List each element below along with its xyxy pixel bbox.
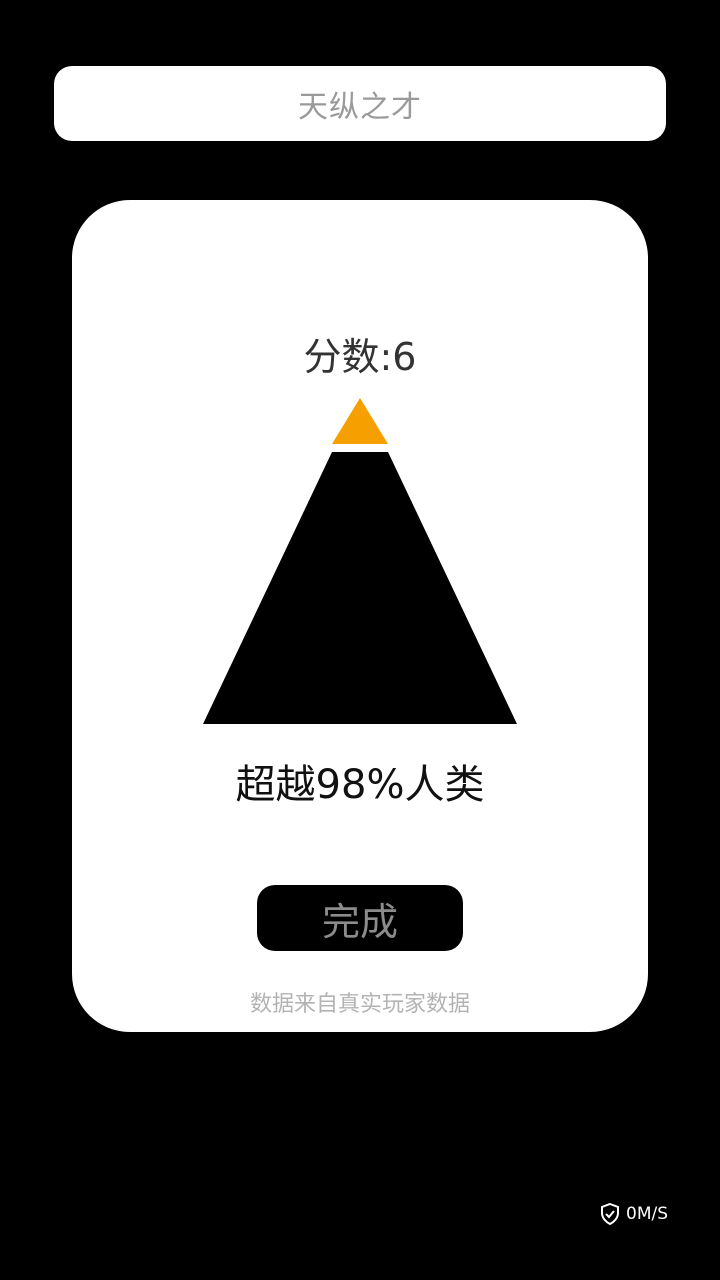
result-card: 分数:6 超越98%人类 完成 数据来自真实玩家数据 xyxy=(72,200,648,1032)
network-speed-text: 0M/S xyxy=(626,1204,669,1224)
shield-check-icon xyxy=(601,1203,619,1225)
rank-label: 超越98%人类 xyxy=(235,762,485,808)
network-speed-overlay[interactable]: 0M/S xyxy=(590,1196,706,1232)
pyramid-tip xyxy=(332,398,388,444)
data-source-note: 数据来自真实玩家数据 xyxy=(249,992,470,1017)
pyramid-body xyxy=(203,452,517,724)
pyramid-separator xyxy=(328,444,392,452)
done-button[interactable]: 完成 xyxy=(257,885,463,951)
title-text: 天纵之才 xyxy=(298,89,422,125)
score-label: 分数:6 xyxy=(303,335,417,379)
pyramid-graphic xyxy=(203,398,517,724)
title-bar: 天纵之才 xyxy=(54,66,666,141)
